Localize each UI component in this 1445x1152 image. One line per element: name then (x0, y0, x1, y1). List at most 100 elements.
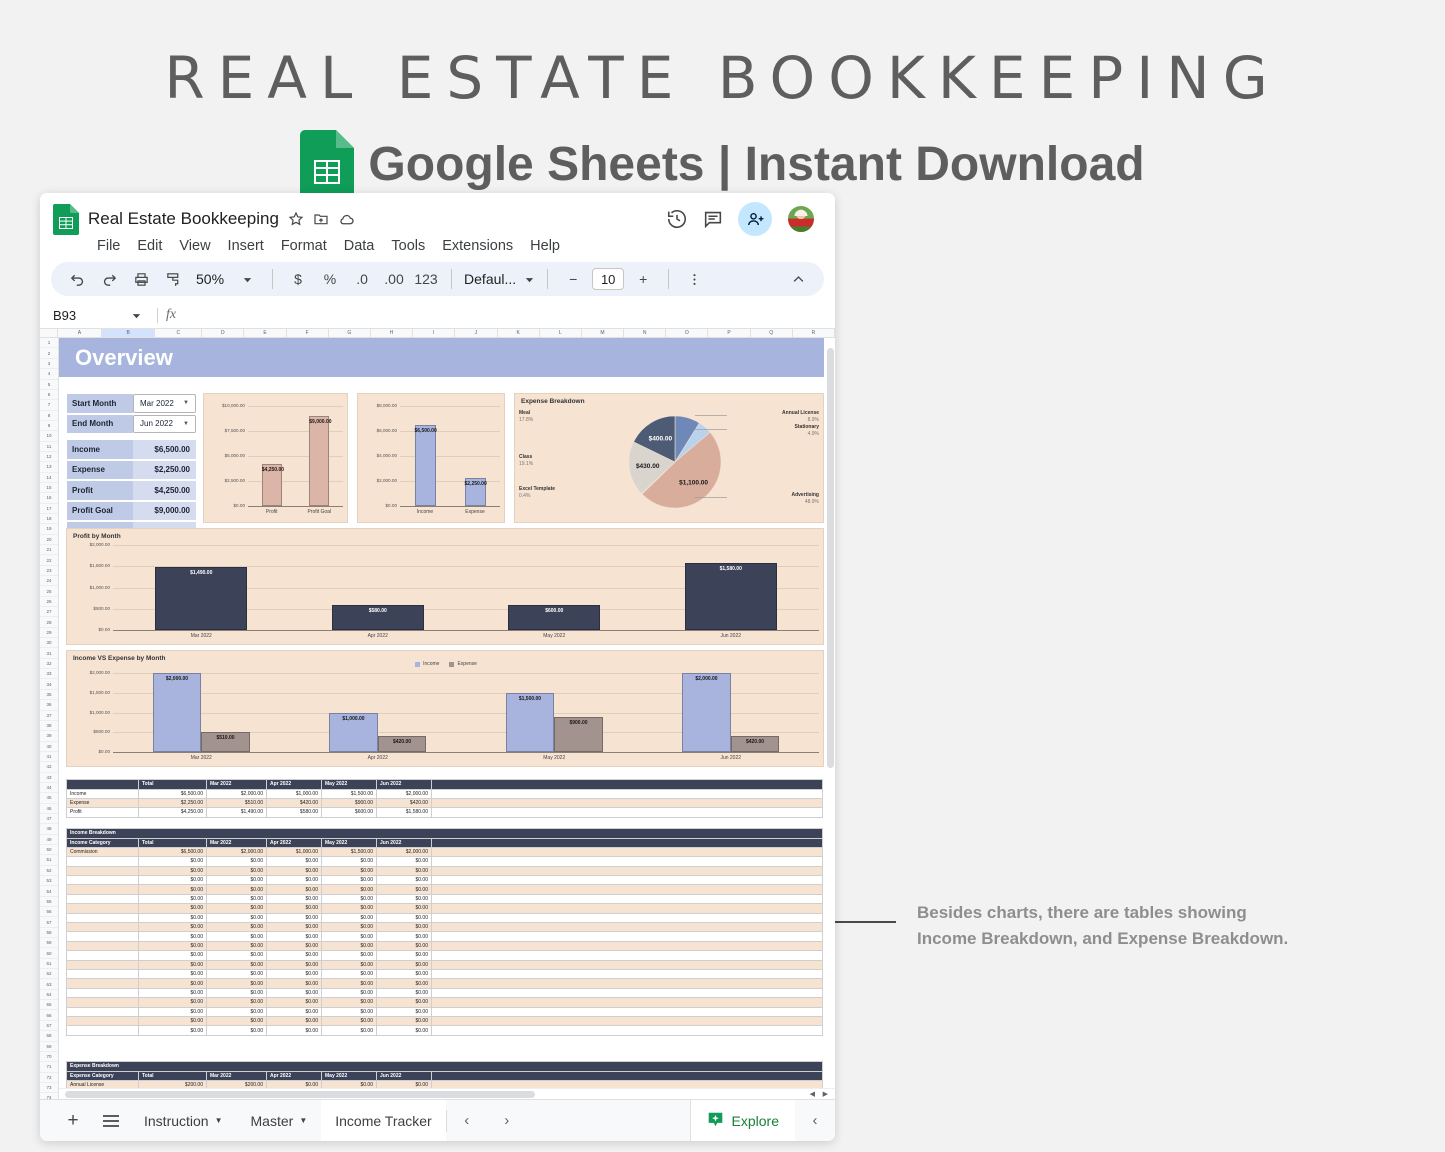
row-header-47[interactable]: 47 (40, 814, 58, 824)
column-header-J[interactable]: J (455, 329, 497, 337)
row-header-44[interactable]: 44 (40, 783, 58, 793)
menu-view[interactable]: View (179, 238, 210, 254)
more-options-icon[interactable] (681, 265, 707, 293)
percent-format-button[interactable]: % (317, 265, 343, 293)
horizontal-scrollbar[interactable] (65, 1091, 535, 1098)
chart-income-vs-expense[interactable]: $0.00$2,000.00$4,000.00$6,000.00$8,000.0… (357, 393, 505, 523)
row-header-13[interactable]: 13 (40, 462, 58, 472)
row-header-45[interactable]: 45 (40, 793, 58, 803)
number-format-button[interactable]: 123 (413, 265, 439, 293)
comment-icon[interactable] (702, 208, 724, 230)
row-header-28[interactable]: 28 (40, 617, 58, 627)
row-header-46[interactable]: 46 (40, 804, 58, 814)
chart-income-vs-expense-by-month[interactable]: Income VS Expense by Month $0.00$500.00$… (66, 650, 824, 767)
share-button[interactable] (738, 202, 772, 236)
chart-expense-breakdown-pie[interactable]: Expense Breakdown $1,100.00$430.00$400.0… (514, 393, 824, 523)
row-header-55[interactable]: 55 (40, 897, 58, 907)
table-totals[interactable]: TotalMar 2022Apr 2022May 2022Jun 2022Inc… (66, 779, 823, 818)
row-header-1[interactable]: 1 (40, 338, 58, 348)
font-size-input[interactable]: 10 (592, 268, 624, 290)
column-header-B[interactable]: B (102, 329, 155, 337)
end-month-select[interactable]: Jun 2022 ▼ (133, 415, 196, 434)
redo-icon[interactable] (96, 265, 122, 293)
name-box-chevron-down-icon[interactable] (123, 301, 149, 329)
row-header-35[interactable]: 35 (40, 690, 58, 700)
row-header-11[interactable]: 11 (40, 442, 58, 452)
row-header-73[interactable]: 73 (40, 1083, 58, 1093)
row-header-68[interactable]: 68 (40, 1031, 58, 1041)
column-header-Q[interactable]: Q (751, 329, 793, 337)
row-header-54[interactable]: 54 (40, 886, 58, 896)
row-header-52[interactable]: 52 (40, 866, 58, 876)
collapse-toolbar-icon[interactable] (785, 265, 811, 293)
row-header-12[interactable]: 12 (40, 452, 58, 462)
corner-cell[interactable] (40, 329, 58, 337)
row-header-19[interactable]: 19 (40, 524, 58, 534)
table-row[interactable]: $0.00$0.00$0.00$0.00$0.00 (67, 998, 823, 1007)
row-header-10[interactable]: 10 (40, 431, 58, 441)
row-header-61[interactable]: 61 (40, 959, 58, 969)
row-header-69[interactable]: 69 (40, 1042, 58, 1052)
column-header-O[interactable]: O (666, 329, 708, 337)
table-row[interactable]: $0.00$0.00$0.00$0.00$0.00 (67, 969, 823, 978)
menu-help[interactable]: Help (530, 238, 560, 254)
menu-extensions[interactable]: Extensions (442, 238, 513, 254)
prev-sheet-icon[interactable]: ‹ (447, 1112, 487, 1129)
menu-file[interactable]: File (97, 238, 120, 254)
table-row[interactable]: $0.00$0.00$0.00$0.00$0.00 (67, 960, 823, 969)
row-header-60[interactable]: 60 (40, 948, 58, 958)
row-header-32[interactable]: 32 (40, 659, 58, 669)
table-row[interactable]: $0.00$0.00$0.00$0.00$0.00 (67, 885, 823, 894)
row-header-15[interactable]: 15 (40, 483, 58, 493)
row-header-7[interactable]: 7 (40, 400, 58, 410)
undo-icon[interactable] (64, 265, 90, 293)
row-header-39[interactable]: 39 (40, 731, 58, 741)
table-row[interactable]: $0.00$0.00$0.00$0.00$0.00 (67, 866, 823, 875)
avatar[interactable] (786, 204, 816, 234)
move-to-folder-icon[interactable] (313, 211, 329, 227)
row-header-70[interactable]: 70 (40, 1052, 58, 1062)
row-header-17[interactable]: 17 (40, 504, 58, 514)
table-row[interactable]: $0.00$0.00$0.00$0.00$0.00 (67, 857, 823, 866)
row-header-66[interactable]: 66 (40, 1010, 58, 1020)
row-header-34[interactable]: 34 (40, 679, 58, 689)
row-header-26[interactable]: 26 (40, 597, 58, 607)
column-header-D[interactable]: D (202, 329, 244, 337)
row-header-48[interactable]: 48 (40, 824, 58, 834)
start-month-select[interactable]: Mar 2022 ▼ (133, 394, 196, 413)
row-header-30[interactable]: 30 (40, 638, 58, 648)
all-sheets-icon[interactable] (92, 1114, 130, 1128)
sheet-tab-income-tracker[interactable]: Income Tracker (321, 1100, 445, 1141)
row-header-38[interactable]: 38 (40, 721, 58, 731)
row-header-14[interactable]: 14 (40, 473, 58, 483)
row-header-4[interactable]: 4 (40, 369, 58, 379)
table-income-breakdown[interactable]: Income BreakdownIncome CategoryTotalMar … (66, 828, 823, 1036)
row-header-16[interactable]: 16 (40, 493, 58, 503)
row-header-24[interactable]: 24 (40, 576, 58, 586)
row-header-42[interactable]: 42 (40, 762, 58, 772)
row-header-40[interactable]: 40 (40, 742, 58, 752)
column-header-R[interactable]: R (793, 329, 835, 337)
print-icon[interactable] (128, 265, 154, 293)
row-header-2[interactable]: 2 (40, 348, 58, 358)
next-sheet-icon[interactable]: › (487, 1112, 527, 1129)
row-header-49[interactable]: 49 (40, 835, 58, 845)
row-header-53[interactable]: 53 (40, 876, 58, 886)
table-row[interactable]: $0.00$0.00$0.00$0.00$0.00 (67, 932, 823, 941)
column-header-I[interactable]: I (413, 329, 455, 337)
column-header-G[interactable]: G (329, 329, 371, 337)
menu-format[interactable]: Format (281, 238, 327, 254)
column-header-E[interactable]: E (244, 329, 286, 337)
table-row[interactable]: $0.00$0.00$0.00$0.00$0.00 (67, 951, 823, 960)
zoom-level[interactable]: 50% (192, 271, 228, 287)
row-header-74[interactable]: 74 (40, 1093, 58, 1099)
row-header-50[interactable]: 50 (40, 845, 58, 855)
row-header-56[interactable]: 56 (40, 907, 58, 917)
table-row[interactable]: Income$6,500.00$2,000.00$1,000.00$1,500.… (67, 789, 823, 798)
row-header-3[interactable]: 3 (40, 359, 58, 369)
row-header-18[interactable]: 18 (40, 514, 58, 524)
table-row[interactable]: Expense$2,250.00$510.00$420.00$900.00$42… (67, 798, 823, 807)
table-row[interactable]: $0.00$0.00$0.00$0.00$0.00 (67, 1026, 823, 1035)
row-header-37[interactable]: 37 (40, 711, 58, 721)
chart-profit-vs-goal[interactable]: $0.00$2,500.00$5,000.00$7,500.00$10,000.… (203, 393, 348, 523)
